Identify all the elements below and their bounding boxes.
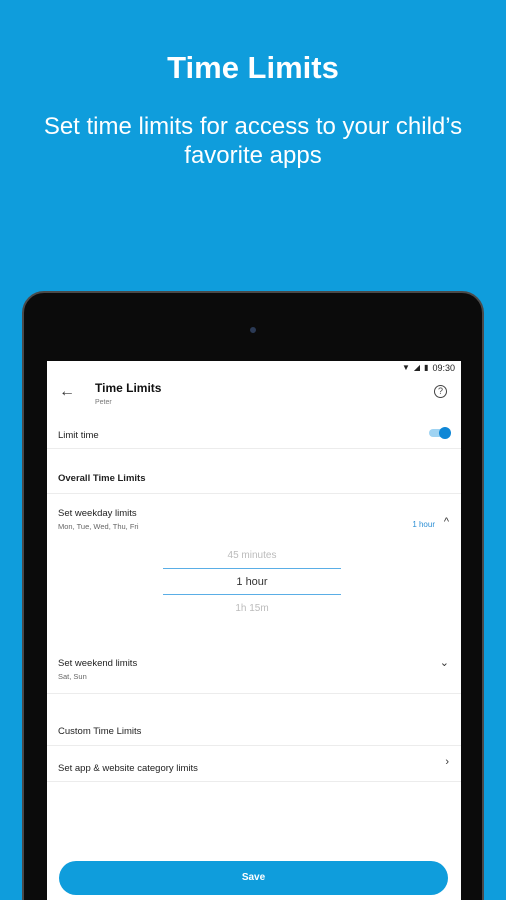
custom-title: Custom Time Limits	[58, 726, 142, 737]
limit-time-row[interactable]: Limit time	[47, 415, 461, 449]
picker-option-selected[interactable]: 1 hour	[163, 576, 341, 588]
chevron-up-icon[interactable]: ^	[444, 516, 449, 528]
toggle-knob	[439, 427, 451, 439]
custom-section-header: Custom Time Limits	[47, 694, 461, 746]
camera-icon	[250, 327, 256, 333]
weekend-limits-row[interactable]: Set weekend limits Sat, Sun ⌄	[47, 652, 461, 694]
arrow-back-icon[interactable]: ←	[59, 383, 75, 401]
overall-title: Overall Time Limits	[58, 473, 146, 484]
status-time: 09:30	[432, 363, 455, 373]
app-screen: ▼ ◢ ▮ 09:30 ← Time Limits Peter ? Limit …	[47, 361, 461, 900]
picker-divider-top	[163, 568, 341, 569]
category-limits-label: Set app & website category limits	[58, 763, 198, 774]
overall-section-header: Overall Time Limits	[47, 449, 461, 494]
picker-option-above[interactable]: 45 minutes	[163, 550, 341, 561]
signal-icon: ◢	[413, 363, 421, 372]
chevron-right-icon[interactable]: ›	[445, 756, 449, 768]
weekend-label: Set weekend limits	[58, 658, 138, 669]
weekday-value: 1 hour	[412, 520, 435, 529]
weekday-days: Mon, Tue, Wed, Thu, Fri	[58, 522, 139, 531]
child-name: Peter	[95, 399, 112, 406]
battery-icon: ▮	[424, 363, 429, 372]
picker-divider-bottom	[163, 594, 341, 595]
help-icon[interactable]: ?	[434, 385, 447, 398]
category-limits-row[interactable]: Set app & website category limits ›	[47, 746, 461, 782]
promo-title: Time Limits	[167, 50, 339, 85]
wifi-icon: ▼	[401, 363, 410, 372]
save-button[interactable]: Save	[59, 861, 448, 895]
limit-time-label: Limit time	[58, 430, 99, 441]
status-bar: ▼ ◢ ▮ 09:30	[47, 361, 461, 375]
weekday-label: Set weekday limits	[58, 508, 137, 519]
weekday-limits-row[interactable]: Set weekday limits Mon, Tue, Wed, Thu, F…	[47, 494, 461, 542]
limit-time-toggle[interactable]	[429, 427, 451, 439]
weekend-days: Sat, Sun	[58, 672, 87, 681]
promo-subtitle: Set time limits for access to your child…	[43, 113, 463, 169]
time-picker[interactable]: 45 minutes 1 hour 1h 15m	[47, 542, 461, 652]
tablet-frame: ▼ ◢ ▮ 09:30 ← Time Limits Peter ? Limit …	[22, 291, 484, 900]
app-bar: ← Time Limits Peter ?	[47, 375, 461, 415]
page-title: Time Limits	[95, 381, 162, 395]
picker-option-below[interactable]: 1h 15m	[163, 603, 341, 614]
chevron-down-icon[interactable]: ⌄	[440, 656, 449, 669]
